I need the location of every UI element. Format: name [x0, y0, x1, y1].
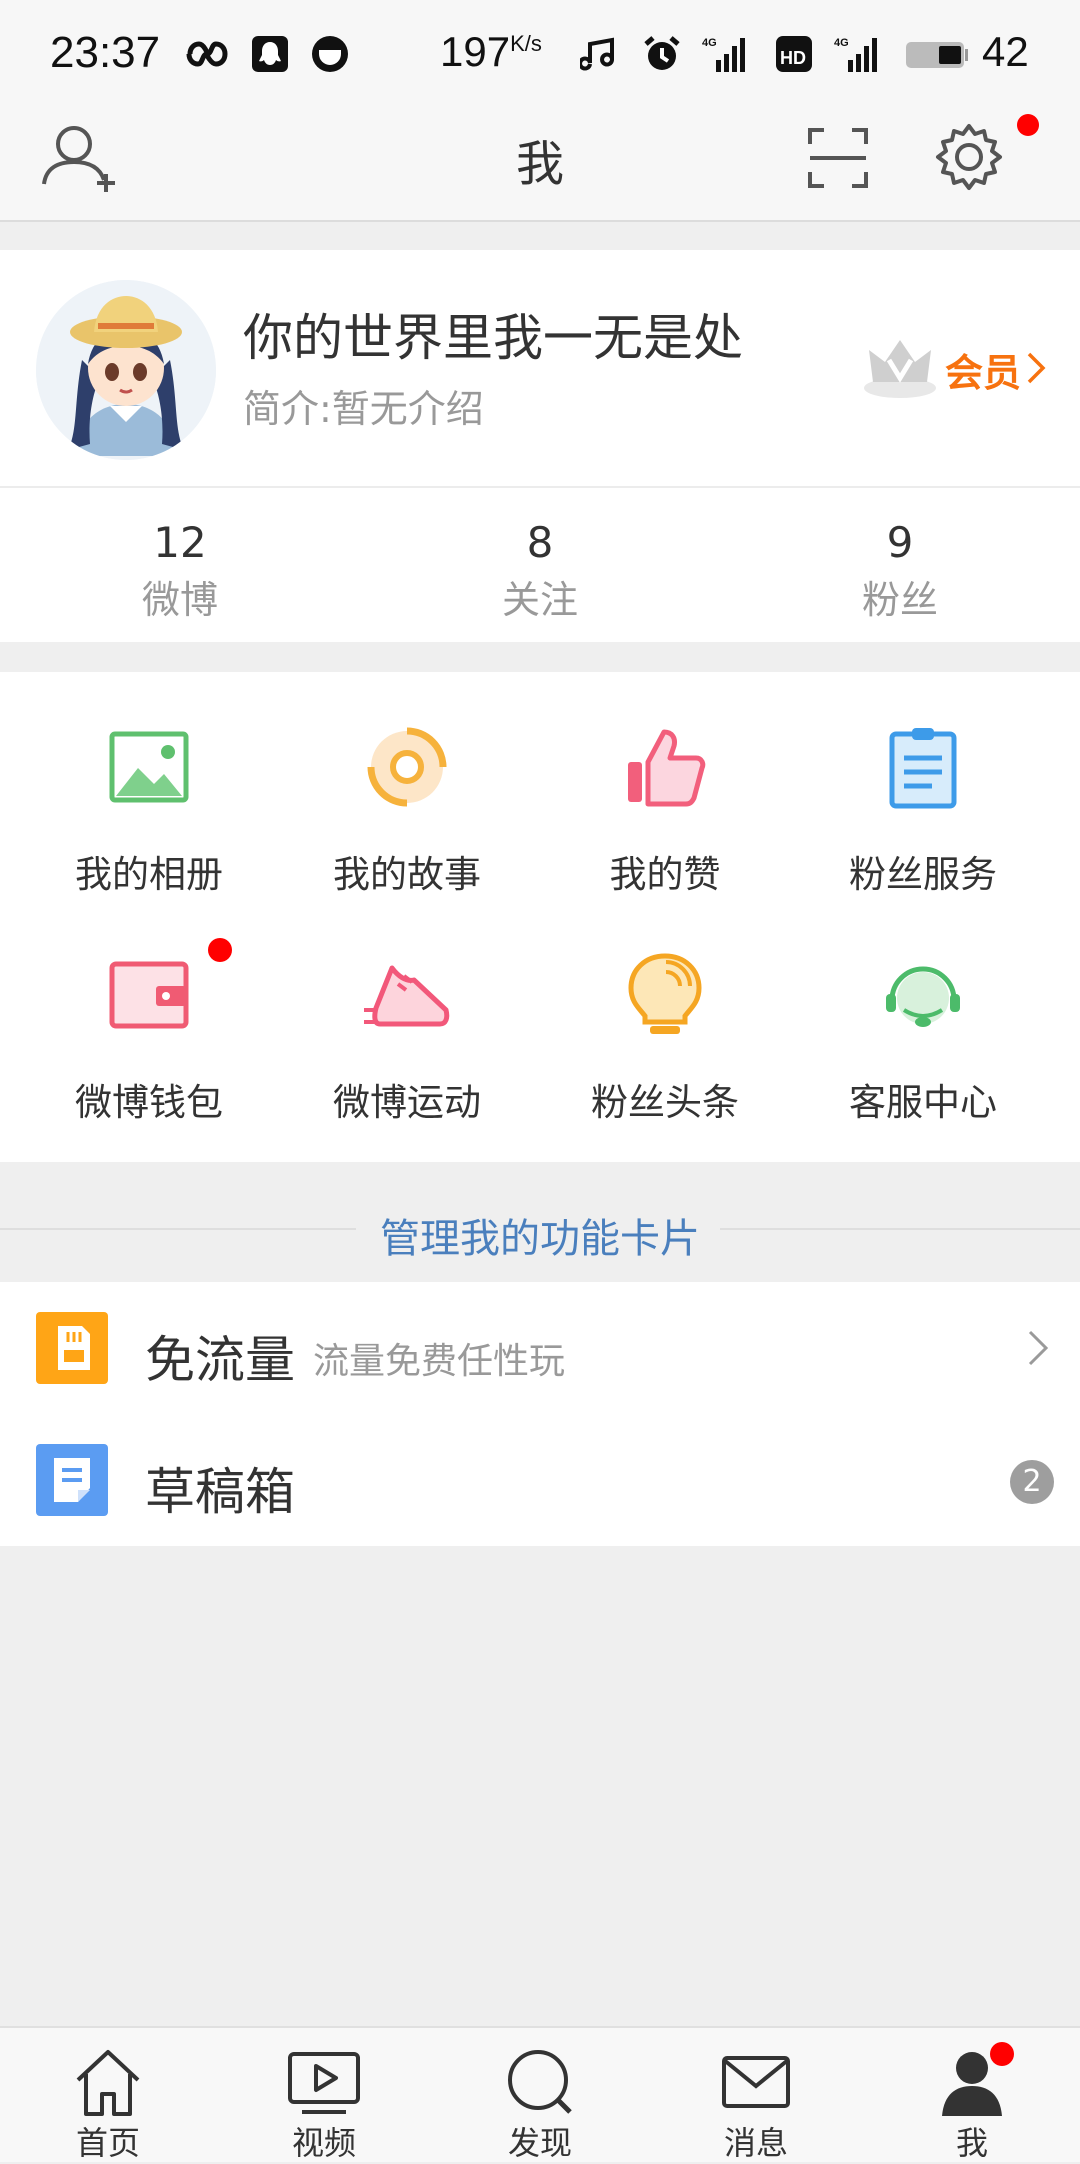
chevron-right-icon [1027, 352, 1046, 384]
tab-label: 消息 [723, 2124, 788, 2162]
grid-item-label: 客服中心 [849, 1081, 997, 1124]
like-icon [628, 729, 706, 807]
svg-text:4G: 4G [702, 37, 717, 49]
stat-value: 9 [886, 518, 914, 567]
tab-messages[interactable]: 消息 [648, 2028, 864, 2162]
avatar[interactable] [36, 280, 216, 460]
grid-item-album[interactable]: 我的相册 [20, 672, 278, 896]
stat-label: 微博 [141, 578, 218, 622]
stat-weibo[interactable]: 12 微博 [0, 488, 360, 642]
tab-home[interactable]: 首页 [0, 2028, 216, 2162]
profile-card[interactable]: 你的世界里我一无是处 简介:暂无介绍 会员 [0, 250, 1080, 488]
manage-cards-link[interactable]: 管理我的功能卡片 [0, 1206, 1080, 1264]
tab-label: 首页 [75, 2124, 140, 2162]
home-icon [76, 2050, 140, 2116]
app-notification-icon [312, 36, 348, 72]
feature-grid: 我的相册 我的故事 我的赞 粉丝服务 微博钱包 微博运动 粉丝头条 客服中心 [0, 672, 1080, 1162]
list-item-title: 草稿箱 [145, 1463, 295, 1521]
svg-text:HD: HD [780, 48, 806, 68]
stats-bar: 12 微博 8 关注 9 粉丝 [0, 488, 1080, 642]
stat-following[interactable]: 8 关注 [360, 488, 720, 642]
stat-fans[interactable]: 9 粉丝 [720, 488, 1080, 642]
profile-bio[interactable]: 简介:暂无介绍 [243, 378, 484, 433]
list-item-subtitle: 流量免费任性玩 [313, 1341, 566, 1382]
grid-item-label: 粉丝头条 [591, 1081, 739, 1124]
grid-item-fan-service[interactable]: 粉丝服务 [794, 672, 1052, 896]
grid-item-headline[interactable]: 粉丝头条 [536, 900, 794, 1124]
tab-label: 发现 [507, 2124, 572, 2162]
grid-item-label: 粉丝服务 [849, 853, 997, 896]
list-item-title: 免流量 [145, 1331, 295, 1389]
settings-notification-dot [1017, 114, 1039, 136]
wallet-icon [109, 961, 189, 1029]
chevron-right-icon [1028, 1330, 1049, 1366]
tab-me[interactable]: 我 [864, 2028, 1080, 2162]
battery-level: 42 [982, 28, 1029, 75]
sport-shoe-icon [364, 965, 450, 1027]
me-notification-dot [990, 2042, 1014, 2066]
message-icon [722, 2056, 790, 2108]
stat-value: 8 [526, 518, 554, 567]
alarm-icon [644, 36, 680, 70]
tab-label: 视频 [291, 2124, 356, 2162]
story-icon [367, 727, 447, 807]
status-time: 23:37 [50, 28, 161, 77]
top-nav-bar: 我 [0, 110, 1080, 222]
tab-discover[interactable]: 发现 [432, 2028, 648, 2162]
grid-item-customer-service[interactable]: 客服中心 [794, 900, 1052, 1124]
stat-value: 12 [153, 518, 207, 567]
customer-service-icon [886, 966, 960, 1027]
stat-label: 粉丝 [861, 578, 938, 622]
settings-icon[interactable] [934, 122, 1004, 192]
fan-service-icon [889, 728, 957, 809]
music-icon [580, 37, 614, 71]
stat-label: 关注 [501, 578, 578, 622]
qq-icon [252, 36, 288, 72]
username[interactable]: 你的世界里我一无是处 [243, 298, 743, 370]
network-speed: 197K/s [440, 28, 542, 75]
grid-item-story[interactable]: 我的故事 [278, 672, 536, 896]
tab-label: 我 [955, 2124, 988, 2162]
scan-icon[interactable] [806, 126, 870, 190]
list-item-free-data[interactable]: 免流量 流量免费任性玩 [0, 1282, 1080, 1414]
crown-icon [864, 340, 936, 398]
signal-4g-icon-2: 4G [834, 37, 877, 72]
grid-item-label: 我的相册 [75, 853, 223, 896]
album-icon [109, 731, 189, 803]
grid-item-sport[interactable]: 微博运动 [278, 900, 536, 1124]
headline-bulb-icon [628, 953, 702, 1034]
grid-item-label: 我的故事 [333, 853, 481, 896]
battery-icon [906, 42, 968, 68]
wallet-notification-dot [208, 938, 232, 962]
list-item-drafts[interactable]: 草稿箱 2 [0, 1414, 1080, 1546]
infinity-icon [186, 41, 228, 67]
manage-cards-section: 管理我的功能卡片 [0, 1162, 1080, 1282]
discover-icon [508, 2050, 572, 2114]
status-bar: 23:37 197K/s 4G HD 4G 42 [0, 0, 1080, 110]
feature-list: 免流量 流量免费任性玩 草稿箱 2 [0, 1282, 1080, 1546]
bottom-tab-bar: 首页 视频 发现 消息 我 [0, 2026, 1080, 2162]
grid-item-likes[interactable]: 我的赞 [536, 672, 794, 896]
vip-label: 会员 [945, 351, 1022, 395]
page-title: 我 [515, 136, 564, 192]
grid-item-label: 我的赞 [609, 853, 721, 896]
grid-item-label: 微博钱包 [75, 1081, 223, 1124]
sim-card-icon [36, 1312, 108, 1384]
hd-voice-icon: HD [776, 36, 812, 72]
grid-item-label: 微博运动 [333, 1081, 481, 1124]
video-icon [288, 2052, 360, 2114]
drafts-count-badge: 2 [1010, 1460, 1054, 1504]
drafts-icon [36, 1444, 108, 1516]
signal-4g-icon: 4G [702, 37, 745, 72]
grid-item-wallet[interactable]: 微博钱包 [20, 900, 278, 1124]
tab-video[interactable]: 视频 [216, 2028, 432, 2162]
svg-text:4G: 4G [834, 37, 849, 49]
